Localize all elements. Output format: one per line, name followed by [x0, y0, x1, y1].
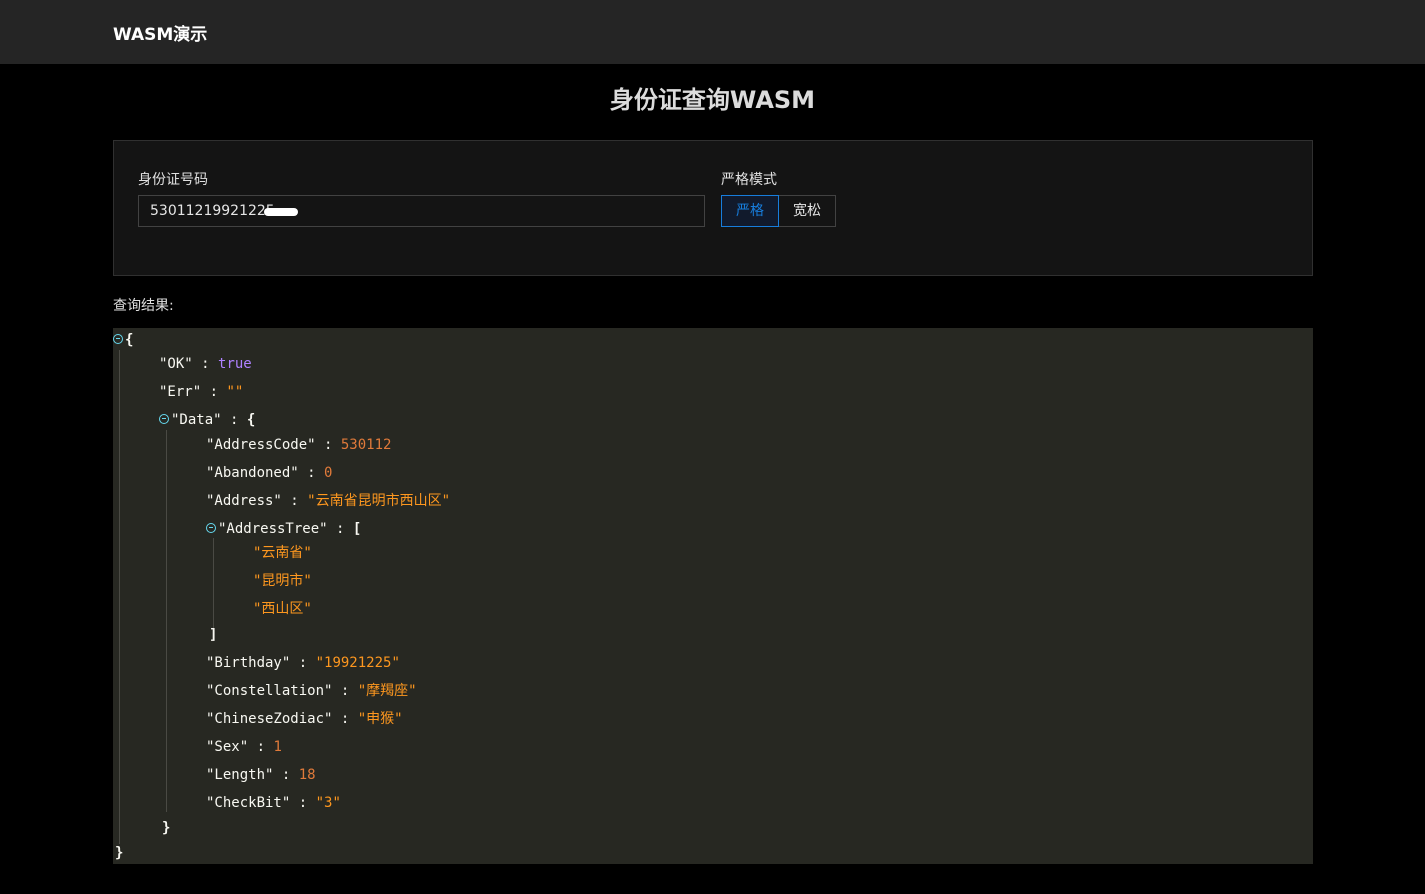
- json-array-item: "西山区": [253, 601, 312, 617]
- mode-loose-button[interactable]: 宽松: [779, 195, 836, 227]
- json-value-length: 18: [298, 767, 316, 783]
- json-value-err: "": [226, 384, 244, 400]
- json-row-chinesezodiac: "ChineseZodiac" : "申猴": [206, 711, 403, 727]
- json-data-close: }: [162, 820, 171, 836]
- json-row-constellation: "Constellation" : "摩羯座": [206, 683, 417, 699]
- json-row-addresstree: "AddressTree" : [: [206, 519, 361, 539]
- json-row-ok: "OK" : true: [159, 356, 252, 372]
- indent-guide: [213, 538, 214, 628]
- json-value-birthday: "19921225": [315, 655, 400, 671]
- top-bar: WASM演示: [0, 0, 1425, 64]
- json-value-chinesezodiac: "申猴": [357, 711, 403, 727]
- json-row-err: "Err" : "": [159, 384, 244, 400]
- collapse-icon[interactable]: [113, 334, 123, 344]
- indent-guide: [166, 430, 167, 812]
- result-label: 查询结果:: [113, 298, 174, 314]
- json-row-birthday: "Birthday" : "19921225": [206, 655, 400, 671]
- indent-guide: [119, 350, 120, 844]
- strict-mode-toggle: 严格 宽松: [721, 195, 836, 227]
- json-root-close: }: [115, 845, 124, 861]
- json-value-abandoned: 0: [324, 465, 333, 481]
- json-value-sex: 1: [273, 739, 282, 755]
- json-row-abandoned: "Abandoned" : 0: [206, 465, 333, 481]
- collapse-icon[interactable]: [159, 414, 169, 424]
- collapse-icon[interactable]: [206, 523, 216, 533]
- json-row-address: "Address" : "云南省昆明市西山区": [206, 493, 451, 509]
- json-array-item: "昆明市": [253, 573, 312, 589]
- strict-mode-label: 严格模式: [721, 172, 777, 188]
- json-array-close: ]: [209, 627, 218, 643]
- json-array-item: "云南省": [253, 545, 312, 561]
- json-row-data: "Data" : {: [159, 410, 255, 430]
- page-title: 身份证查询WASM: [609, 86, 816, 114]
- brand-title[interactable]: WASM演示: [113, 20, 207, 45]
- json-row-addresscode: "AddressCode" : 530112: [206, 437, 392, 453]
- redaction-mark: [264, 208, 298, 216]
- json-row-sex: "Sex" : 1: [206, 739, 282, 755]
- json-root-open: {: [113, 330, 133, 350]
- json-value-ok: true: [218, 356, 252, 372]
- json-value-constellation: "摩羯座": [357, 683, 417, 699]
- json-value-checkbit: "3": [315, 795, 341, 811]
- json-viewer: { "OK" : true "Err" : "" "Data" : { "Add…: [113, 328, 1313, 864]
- json-value-address: "云南省昆明市西山区": [307, 493, 451, 509]
- json-row-checkbit: "CheckBit" : "3": [206, 795, 341, 811]
- mode-strict-button[interactable]: 严格: [721, 195, 779, 227]
- json-value-addresscode: 530112: [340, 437, 392, 453]
- query-form: 身份证号码 严格模式 严格 宽松: [113, 140, 1313, 276]
- id-number-input[interactable]: [138, 195, 705, 227]
- json-row-length: "Length" : 18: [206, 767, 316, 783]
- id-number-label: 身份证号码: [138, 172, 208, 188]
